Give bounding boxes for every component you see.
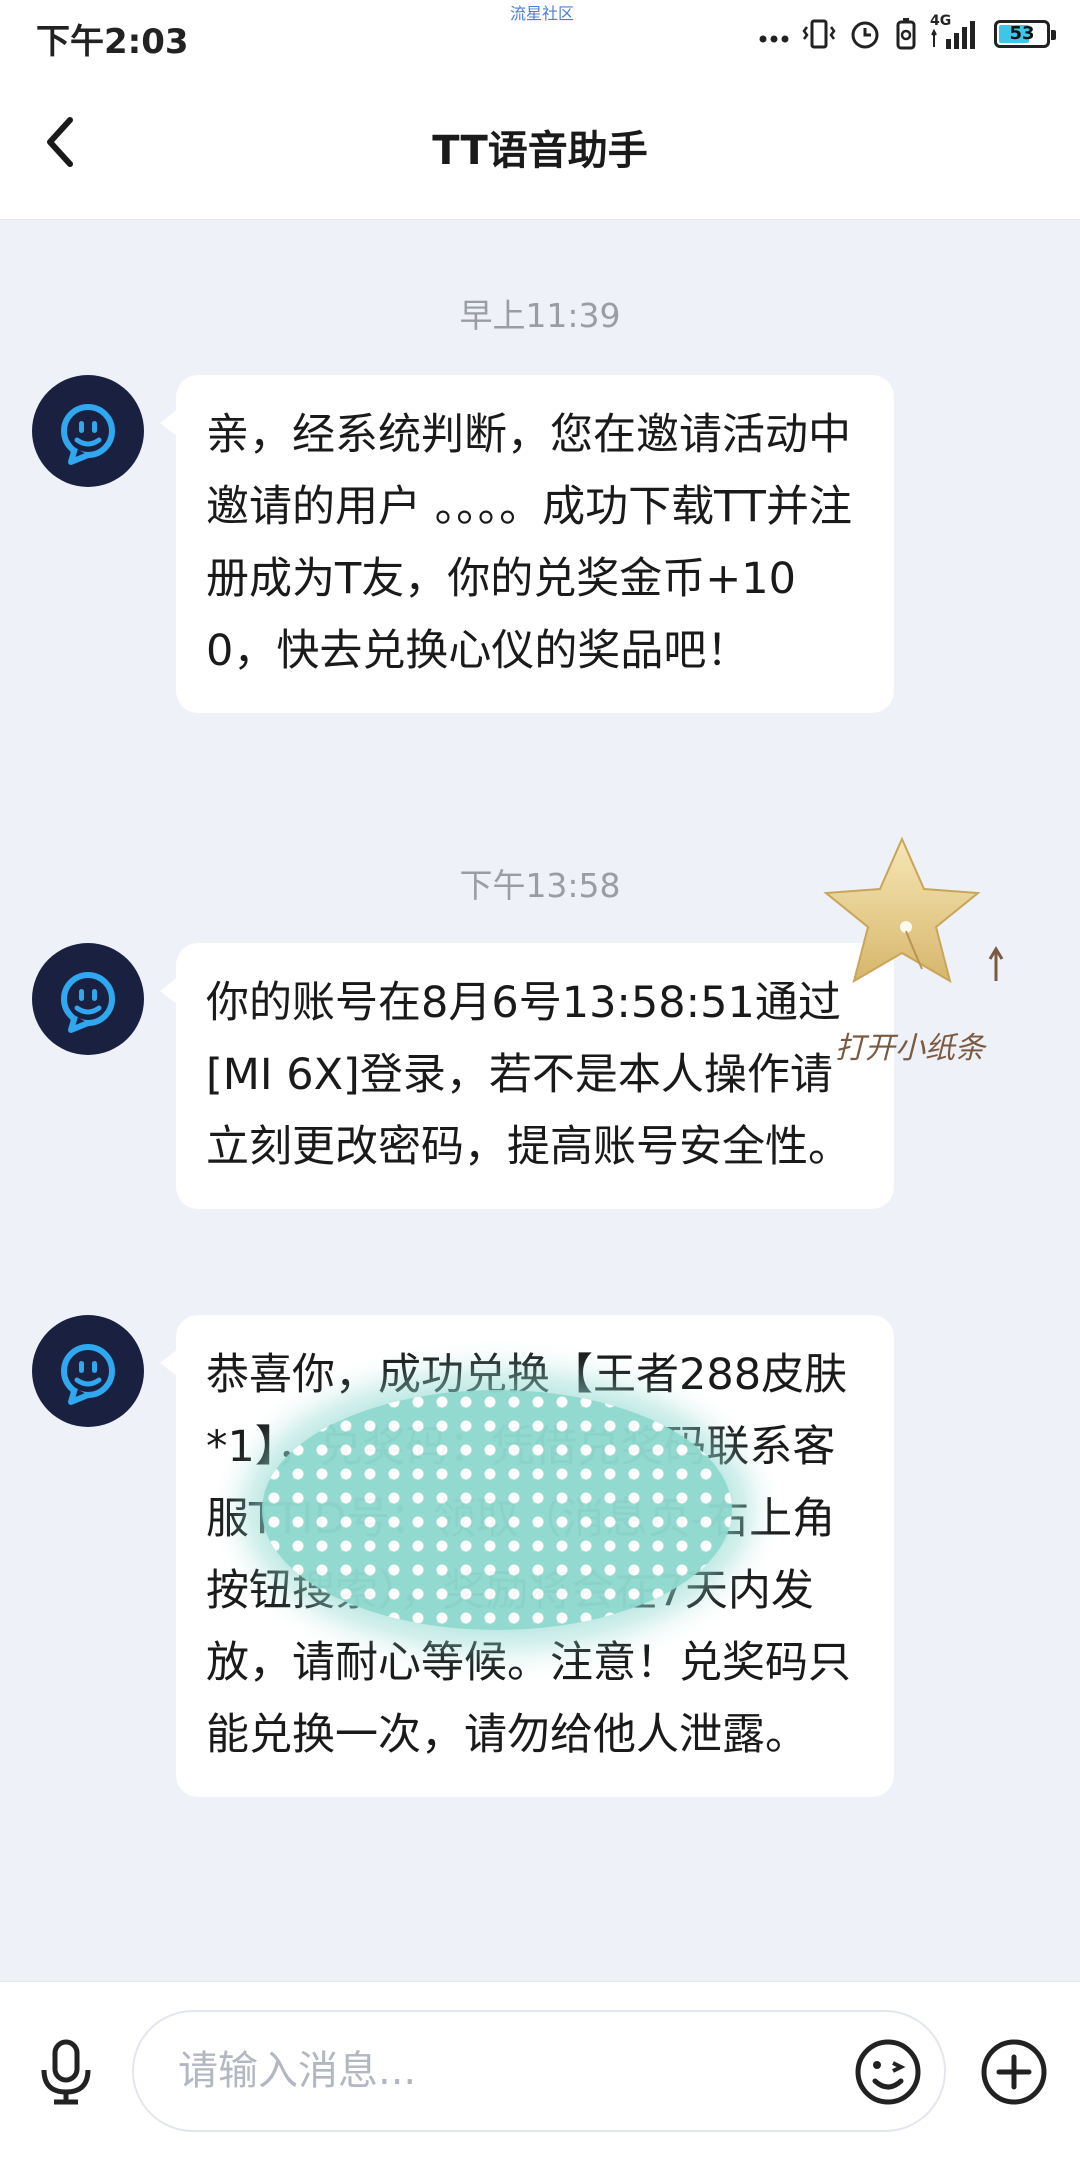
input-bar [0,1981,1080,2160]
more-button[interactable] [974,2032,1054,2112]
star-caption: 打开小纸条 [835,1031,985,1066]
assistant-bot-icon [61,1344,115,1405]
battery-level: 53 [1009,23,1035,44]
plus-circle-icon [981,2039,1047,2105]
signal-icon: 4G [930,13,982,51]
avatar[interactable] [32,943,144,1055]
message-input[interactable] [132,2010,946,2132]
assistant-bot-icon [61,972,115,1033]
star-icon [823,836,1004,984]
vibrate-icon [802,19,836,49]
status-icons: 4G 53 [758,13,1056,54]
status-time: 下午2:03 [36,22,189,62]
assistant-bot-icon [61,404,115,465]
message-bubble[interactable]: 你的账号在8月6号13:58:51通过[MI 6X]登录，若不是本人操作请立刻更… [160,943,894,1209]
nav-bar: TT语音助手 [0,70,1080,220]
emoji-icon [855,2039,921,2105]
watermark-text: 流星社区 [510,4,575,23]
mic-button[interactable] [28,2034,104,2110]
page-title: TT语音助手 [432,128,648,174]
microphone-icon [41,2039,91,2105]
avatar[interactable] [32,375,144,487]
redaction-overlay [262,1390,732,1630]
avatar[interactable] [32,1315,144,1427]
chat-area[interactable]: 早上11:39 亲，经系统判断，您在邀请活动中邀请的用户 。。。。成功下载TT并… [0,221,1080,1981]
alarm-icon [851,21,879,49]
status-bar: 下午2:03 流星社区 4G 53 [0,0,1080,70]
emoji-button[interactable] [848,2032,928,2112]
dots-icon [759,35,789,43]
open-note-star-button[interactable]: 打开小纸条 [810,831,1010,1071]
battery-saver-icon [896,18,916,50]
battery-icon: 53 [994,20,1056,48]
message-bubble[interactable]: 亲，经系统判断，您在邀请活动中邀请的用户 。。。。成功下载TT并注册成为T友，你… [160,375,894,713]
message-timestamp: 早上11:39 [459,296,621,335]
